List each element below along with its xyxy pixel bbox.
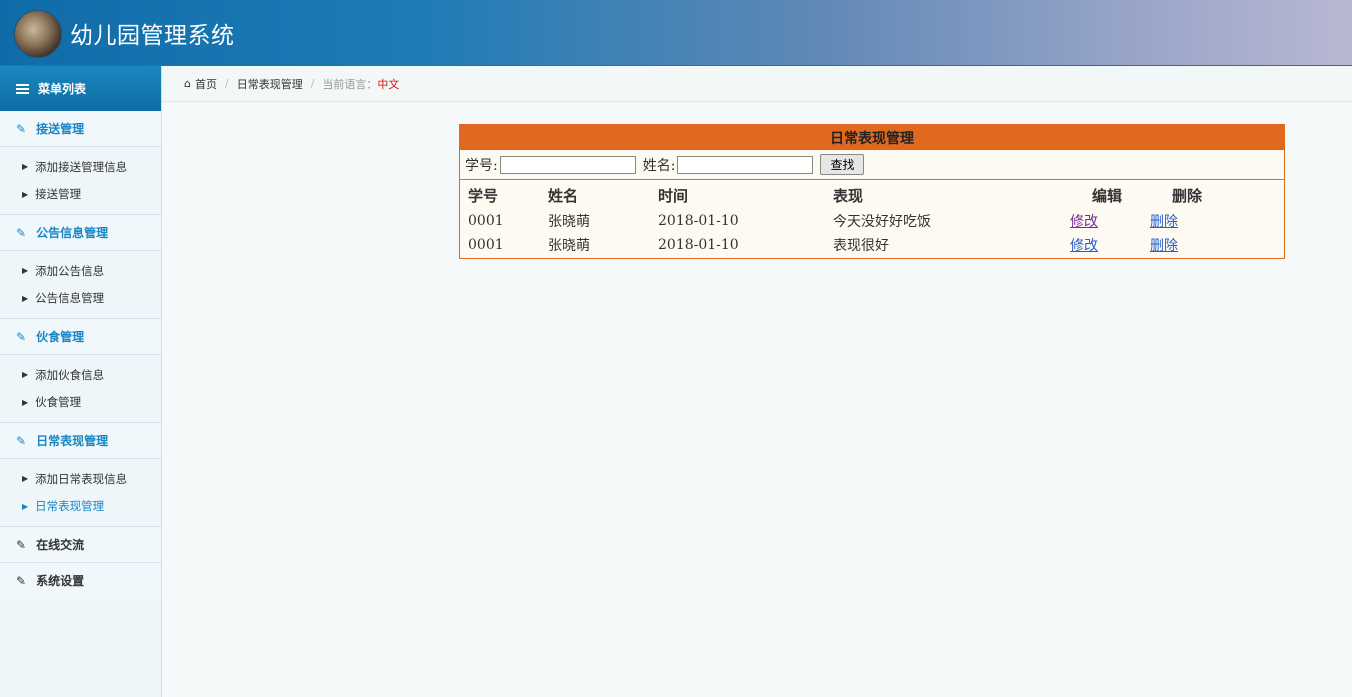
app-header: 幼儿园管理系统: [0, 0, 1352, 66]
menu-list-header[interactable]: 菜单列表: [0, 66, 161, 111]
delete-link[interactable]: 删除: [1150, 235, 1178, 255]
caret-right-icon: ▶: [22, 501, 29, 511]
sidebar-group-meals[interactable]: ✎ 伙食管理: [0, 319, 161, 355]
sidebar-item-meals[interactable]: ▶ 伙食管理: [0, 389, 161, 417]
student-name-input[interactable]: [677, 155, 814, 174]
breadcrumb-separator: /: [224, 77, 229, 90]
sidebar-group-notice[interactable]: ✎ 公告信息管理: [0, 215, 161, 251]
column-header: 表现: [833, 186, 864, 205]
sidebar-item-add-notice[interactable]: ▶ 添加公告信息: [0, 257, 161, 285]
caret-right-icon: ▶: [22, 189, 29, 199]
sidebar-sub-list: ▶ 添加接送管理信息 ▶ 接送管理: [0, 147, 161, 215]
caret-right-icon: ▶: [22, 266, 29, 276]
sidebar-group-pickup[interactable]: ✎ 接送管理: [0, 111, 161, 147]
cell-performance: 表现很好: [833, 238, 889, 254]
sidebar-group-label: 接送管理: [36, 122, 85, 136]
edit-icon: ✎: [16, 537, 27, 552]
sidebar-sub-list: ▶ 添加日常表现信息 ▶ 日常表现管理: [0, 459, 161, 527]
column-header: 删除: [1172, 186, 1203, 205]
sidebar-item-settings[interactable]: ✎ 系统设置: [0, 563, 161, 598]
table-row: 0001 张晓萌 2018-01-10 今天没好好吃饭 修改 删除: [460, 209, 1284, 233]
sidebar-group-label: 在线交流: [36, 538, 85, 552]
language-label: 当前语言：: [322, 77, 378, 91]
sidebar-group-label: 公告信息管理: [36, 226, 109, 240]
sidebar-item-label: 公告信息管理: [35, 291, 105, 306]
sidebar-item-add-pickup[interactable]: ▶ 添加接送管理信息: [0, 153, 161, 181]
sidebar-group-daily[interactable]: ✎ 日常表现管理: [0, 423, 161, 459]
panel-title: 日常表现管理: [460, 125, 1284, 150]
breadcrumb: ⌂ 首页 / 日常表现管理 / 当前语言： 中文: [162, 66, 1352, 102]
sidebar-item-label: 日常表现管理: [35, 499, 105, 514]
sidebar-item-label: 添加接送管理信息: [35, 159, 128, 174]
column-header: 时间: [658, 186, 689, 205]
sidebar-item-notice[interactable]: ▶ 公告信息管理: [0, 285, 161, 313]
student-id-label: 学号:: [465, 157, 498, 174]
edit-link[interactable]: 修改: [1070, 235, 1098, 255]
app-title: 幼儿园管理系统: [70, 23, 235, 49]
search-button[interactable]: 查找: [820, 154, 865, 175]
sidebar-sub-list: ▶ 添加公告信息 ▶ 公告信息管理: [0, 251, 161, 319]
sidebar-group-label: 系统设置: [36, 574, 85, 588]
language-value[interactable]: 中文: [377, 76, 399, 92]
edit-link[interactable]: 修改: [1070, 211, 1098, 231]
cell-date: 2018-01-10: [658, 237, 739, 253]
sidebar-item-label: 添加公告信息: [35, 263, 105, 278]
cell-id: 0001: [468, 237, 504, 253]
home-icon: ⌂: [184, 77, 191, 90]
sidebar-item-label: 伙食管理: [35, 395, 82, 410]
cell-name: 张晓萌: [548, 214, 590, 230]
sidebar-item-label: 接送管理: [35, 187, 82, 202]
menu-list-title: 菜单列表: [38, 82, 87, 96]
edit-icon: ✎: [16, 573, 27, 588]
sidebar-group-label: 伙食管理: [36, 330, 85, 344]
table-row: 0001 张晓萌 2018-01-10 表现很好 修改 删除: [460, 233, 1284, 257]
student-id-input[interactable]: [499, 155, 636, 174]
table-header-row: 学号 姓名 时间 表现 编辑 删除: [460, 181, 1284, 209]
student-name-label: 姓名:: [642, 157, 676, 174]
breadcrumb-home[interactable]: 首页: [195, 76, 217, 92]
sidebar-item-daily[interactable]: ▶ 日常表现管理: [0, 493, 161, 521]
edit-icon: ✎: [16, 225, 27, 240]
caret-right-icon: ▶: [22, 162, 29, 172]
sidebar-item-add-meal[interactable]: ▶ 添加伙食信息: [0, 361, 161, 389]
sidebar: 菜单列表 ✎ 接送管理 ▶ 添加接送管理信息 ▶ 接送管理 ✎ 公告信息管理 ▶ 添加…: [0, 66, 162, 697]
delete-link[interactable]: 删除: [1150, 211, 1178, 231]
performance-table: 学号 姓名 时间 表现 编辑 删除 0001 张晓萌 2018-01-10 今天…: [460, 181, 1284, 257]
sidebar-group-label: 日常表现管理: [36, 434, 109, 448]
column-header: 编辑: [1092, 186, 1123, 205]
breadcrumb-current[interactable]: 日常表现管理: [237, 76, 303, 92]
edit-icon: ✎: [16, 329, 27, 344]
caret-right-icon: ▶: [22, 397, 29, 407]
cell-name: 张晓萌: [548, 238, 590, 254]
edit-icon: ✎: [16, 433, 27, 448]
breadcrumb-separator: /: [310, 77, 315, 90]
cell-performance: 今天没好好吃饭: [833, 214, 931, 230]
daily-performance-panel: 日常表现管理 学号: 姓名: 查找 学号 姓名 时间 表现 编辑 删除 0001…: [459, 124, 1285, 259]
caret-right-icon: ▶: [22, 293, 29, 303]
menu-icon: [16, 82, 29, 96]
cell-id: 0001: [468, 213, 504, 229]
search-row: 学号: 姓名: 查找: [460, 150, 1284, 180]
sidebar-item-label: 添加日常表现信息: [35, 471, 128, 486]
sidebar-item-label: 添加伙食信息: [35, 367, 105, 382]
cell-date: 2018-01-10: [658, 213, 739, 229]
caret-right-icon: ▶: [22, 370, 29, 380]
sidebar-sub-list: ▶ 添加伙食信息 ▶ 伙食管理: [0, 355, 161, 423]
sidebar-item-add-daily[interactable]: ▶ 添加日常表现信息: [0, 465, 161, 493]
logo: [14, 10, 62, 58]
column-header: 姓名: [548, 186, 579, 205]
sidebar-item-pickup[interactable]: ▶ 接送管理: [0, 181, 161, 209]
edit-icon: ✎: [16, 121, 27, 136]
column-header: 学号: [468, 186, 499, 205]
caret-right-icon: ▶: [22, 474, 29, 484]
sidebar-item-chat[interactable]: ✎ 在线交流: [0, 527, 161, 563]
